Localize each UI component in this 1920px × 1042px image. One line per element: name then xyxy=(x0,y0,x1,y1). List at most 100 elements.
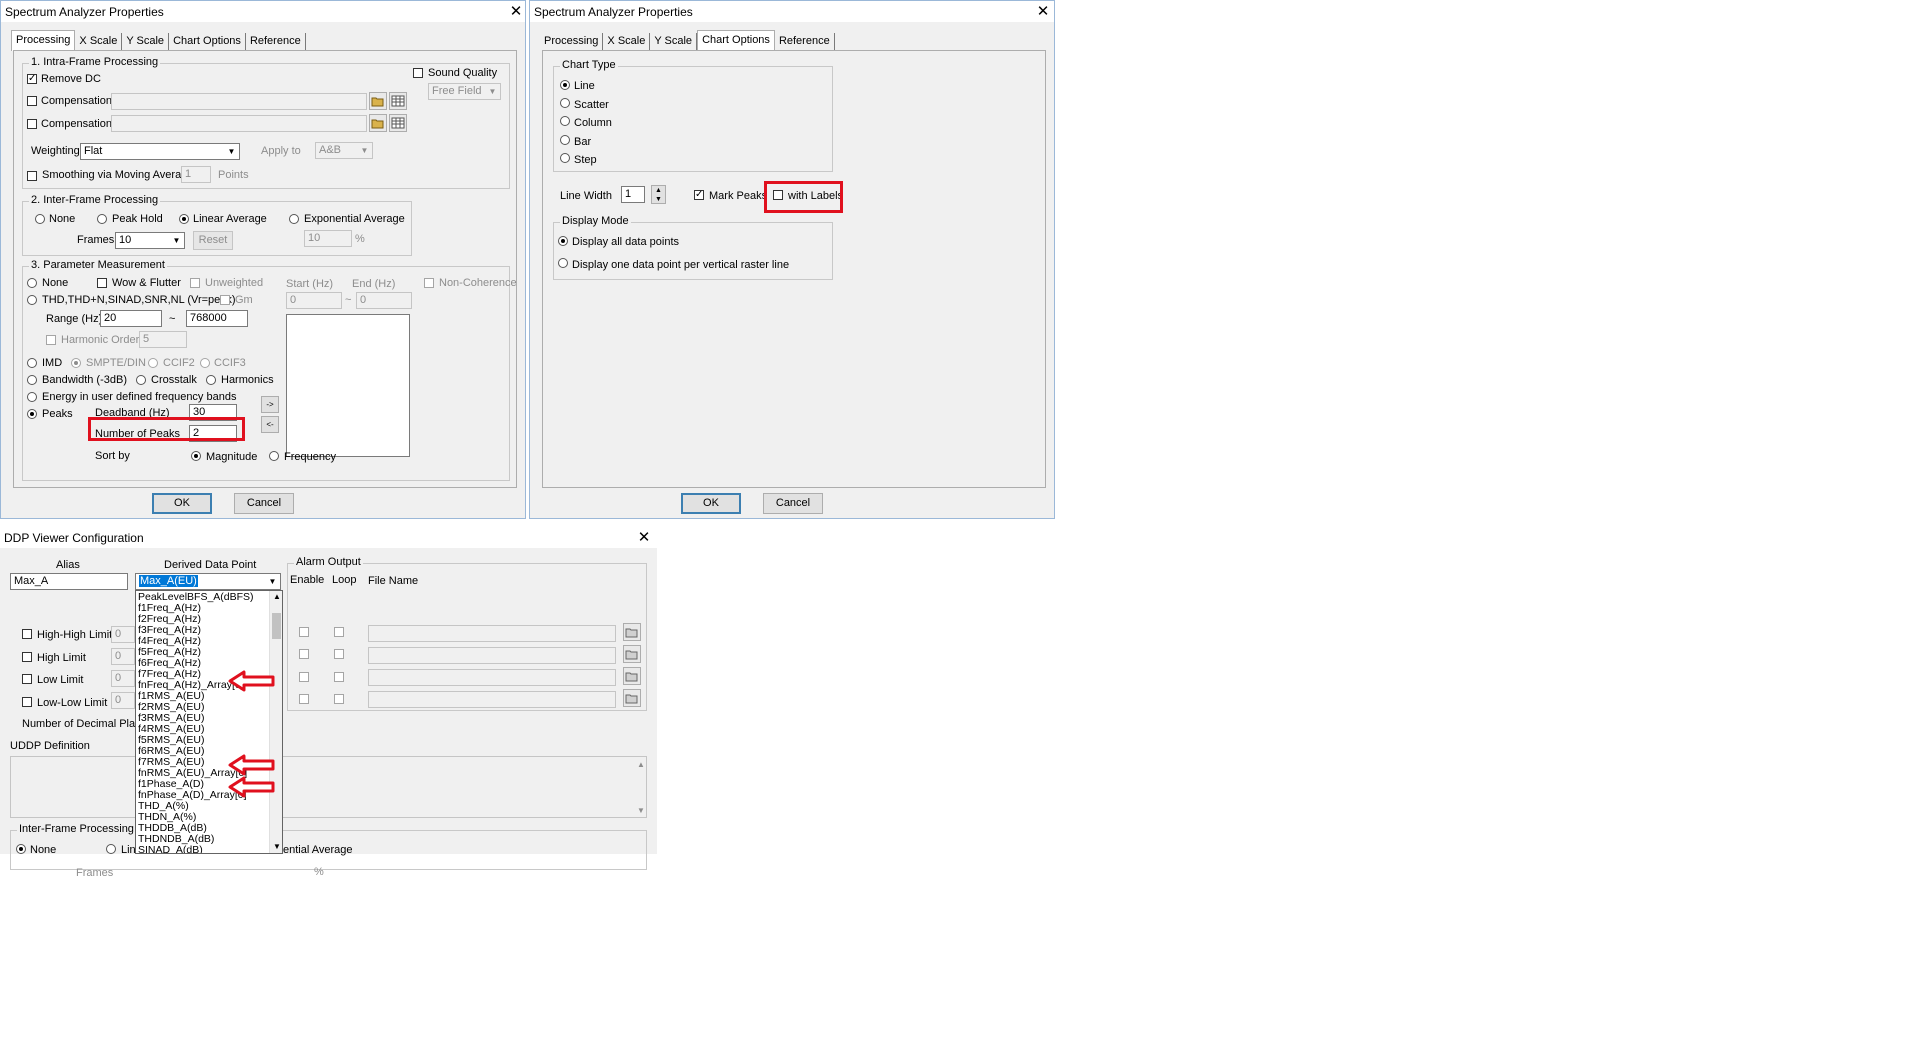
low-low-limit-checkbox[interactable] xyxy=(22,697,32,707)
peaks-radio[interactable] xyxy=(27,409,37,419)
close-icon[interactable]: ✕ xyxy=(1033,3,1053,21)
smoothing-label: Smoothing via Moving Average xyxy=(42,169,194,181)
column-radio[interactable] xyxy=(560,116,570,126)
group-title: 2. Inter-Frame Processing xyxy=(29,194,161,206)
scroll-down-icon[interactable]: ▼ xyxy=(637,806,645,815)
display-all-radio[interactable] xyxy=(558,236,568,246)
low-limit-label: Low Limit xyxy=(37,674,84,686)
low-low-limit-input: 0 xyxy=(111,692,135,709)
scroll-down-icon[interactable]: ▼ xyxy=(273,842,281,851)
compensation-1-checkbox[interactable] xyxy=(27,96,37,106)
folder-open-icon[interactable] xyxy=(623,623,641,641)
tab-chart-options[interactable]: Chart Options xyxy=(697,30,775,51)
sound-quality-label: Sound Quality xyxy=(428,67,498,79)
unweighted-label: Unweighted xyxy=(205,277,264,289)
range-from-input[interactable]: 20 xyxy=(100,310,162,327)
range-to-input[interactable]: 768000 xyxy=(186,310,248,327)
alarm-file-input xyxy=(368,625,616,642)
folder-open-icon[interactable] xyxy=(623,689,641,707)
magnitude-radio[interactable] xyxy=(191,451,201,461)
folder-open-icon[interactable] xyxy=(369,114,387,132)
mark-peaks-checkbox[interactable]: ✓ xyxy=(694,190,704,200)
red-arrow-icon xyxy=(228,776,275,798)
frames-select[interactable]: 10 ▼ xyxy=(115,232,185,249)
linear-average-radio[interactable] xyxy=(106,844,116,854)
close-icon[interactable]: ✕ xyxy=(634,529,654,547)
harmonic-order-input: 5 xyxy=(139,331,187,348)
uddp-definition-text[interactable] xyxy=(10,756,647,818)
exponential-value-input: 10 xyxy=(304,230,352,247)
tab-y-scale[interactable]: Y Scale xyxy=(650,33,698,51)
folder-open-icon[interactable] xyxy=(369,92,387,110)
line-label: Line xyxy=(574,80,595,92)
none-radio[interactable] xyxy=(35,214,45,224)
tab-y-scale[interactable]: Y Scale xyxy=(122,33,170,51)
folder-open-icon[interactable] xyxy=(623,645,641,663)
bandwidth-radio[interactable] xyxy=(27,375,37,385)
ddp-list-item[interactable]: SINAD_A(dB) xyxy=(136,845,282,854)
ddp-select[interactable]: Max_A(EU) ▼ xyxy=(135,573,281,590)
ok-button[interactable]: OK xyxy=(681,493,741,514)
tab-processing[interactable]: Processing xyxy=(11,30,76,51)
percent-label: % xyxy=(355,233,365,245)
compensation-2-checkbox[interactable] xyxy=(27,119,37,129)
energy-bands-radio[interactable] xyxy=(27,392,37,402)
tab-reference[interactable]: Reference xyxy=(246,33,306,51)
step-radio[interactable] xyxy=(560,153,570,163)
line-radio[interactable] xyxy=(560,80,570,90)
peak-hold-label: Peak Hold xyxy=(112,213,163,225)
ok-button[interactable]: OK xyxy=(152,493,212,514)
scroll-up-icon[interactable]: ▲ xyxy=(273,592,281,601)
apply-to-label: Apply to xyxy=(261,145,301,157)
display-one-radio[interactable] xyxy=(558,258,568,268)
thd-radio[interactable] xyxy=(27,295,37,305)
remove-dc-checkbox[interactable]: ✓ xyxy=(27,74,37,84)
weighting-select[interactable]: Flat ▼ xyxy=(80,143,240,160)
crosstalk-radio[interactable] xyxy=(136,375,146,385)
non-coherence-label: Non-Coherence xyxy=(439,277,517,289)
tab-reference[interactable]: Reference xyxy=(775,33,835,51)
wow-flutter-checkbox[interactable] xyxy=(97,278,107,288)
tab-x-scale[interactable]: X Scale xyxy=(603,33,651,51)
harmonics-label: Harmonics xyxy=(221,374,274,386)
bar-radio[interactable] xyxy=(560,135,570,145)
scatter-radio[interactable] xyxy=(560,98,570,108)
none-radio[interactable] xyxy=(16,844,26,854)
imd-radio[interactable] xyxy=(27,358,37,368)
high-limit-checkbox[interactable] xyxy=(22,652,32,662)
none-radio[interactable] xyxy=(27,278,37,288)
linear-average-radio[interactable] xyxy=(179,214,189,224)
scroll-up-icon[interactable]: ▲ xyxy=(637,760,645,769)
cancel-button[interactable]: Cancel xyxy=(763,493,823,514)
line-width-spinner[interactable]: ▲ ▼ xyxy=(651,185,666,204)
smoothing-points-input: 1 xyxy=(181,166,211,183)
move-left-button[interactable]: <- xyxy=(261,416,279,433)
exponential-average-radio[interactable] xyxy=(289,214,299,224)
tab-x-scale[interactable]: X Scale xyxy=(75,33,123,51)
frequency-radio[interactable] xyxy=(269,451,279,461)
close-icon[interactable]: ✕ xyxy=(506,3,526,21)
tab-chart-options[interactable]: Chart Options xyxy=(169,33,246,51)
move-right-button[interactable]: -> xyxy=(261,396,279,413)
gm-label: Gm xyxy=(235,294,253,306)
grid-icon[interactable] xyxy=(389,92,407,110)
frequency-bands-list[interactable] xyxy=(286,314,410,457)
line-width-input[interactable]: 1 xyxy=(621,186,645,203)
reset-button[interactable]: Reset xyxy=(193,231,233,250)
high-high-limit-checkbox[interactable] xyxy=(22,629,32,639)
harmonics-radio[interactable] xyxy=(206,375,216,385)
low-limit-checkbox[interactable] xyxy=(22,674,32,684)
tab-processing[interactable]: Processing xyxy=(540,33,604,51)
red-arrow-icon xyxy=(228,754,275,776)
peak-hold-radio[interactable] xyxy=(97,214,107,224)
grid-icon[interactable] xyxy=(389,114,407,132)
folder-open-icon[interactable] xyxy=(623,667,641,685)
smoothing-checkbox[interactable] xyxy=(27,171,37,181)
ddp-dropdown-list[interactable]: PeakLevelBFS_A(dBFS) f1Freq_A(Hz) f2Freq_A… xyxy=(135,590,283,854)
alias-input[interactable]: Max_A xyxy=(10,573,128,590)
scrollbar-thumb[interactable] xyxy=(272,613,281,639)
dropdown-scrollbar[interactable]: ▲ ▼ xyxy=(269,591,282,853)
start-hz-input: 0 xyxy=(286,292,342,309)
cancel-button[interactable]: Cancel xyxy=(234,493,294,514)
sound-quality-checkbox[interactable] xyxy=(413,68,423,78)
